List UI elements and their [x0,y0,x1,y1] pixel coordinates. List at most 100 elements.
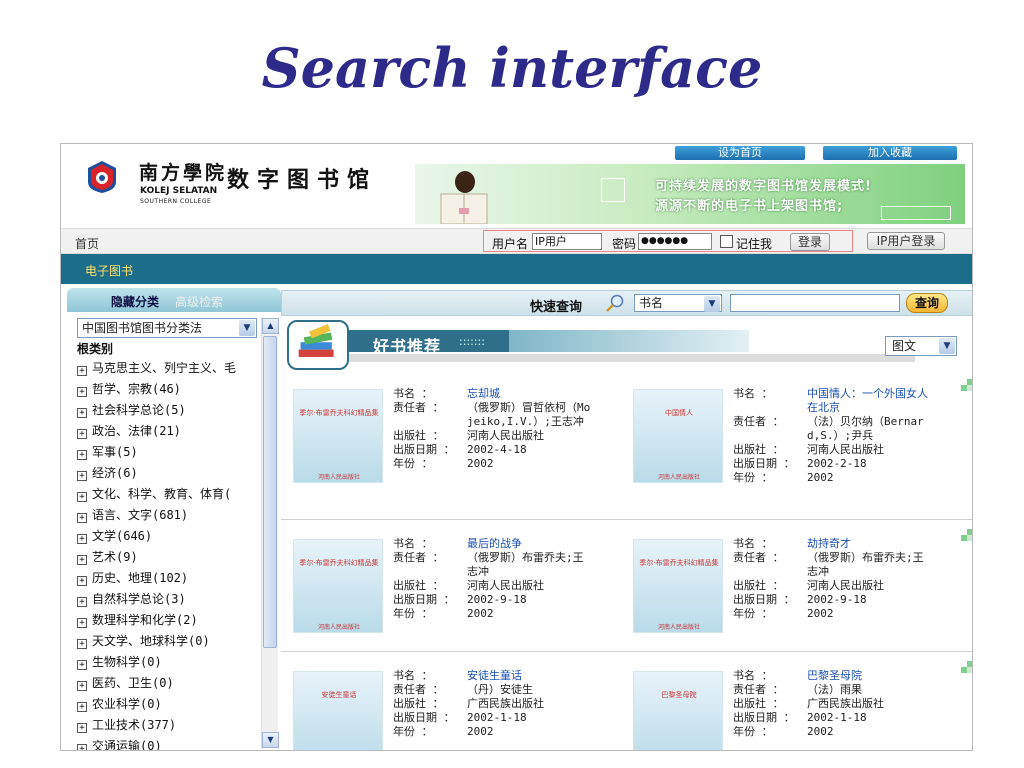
tree-item[interactable]: + 医药、卫生(0) [77,673,259,694]
meta-row-title: 书名 ： 巴黎圣母院 [733,669,933,683]
expand-plus-icon[interactable]: + [77,681,87,691]
tree-item[interactable]: + 军事(5) [77,442,259,463]
book-title-link[interactable]: 中国情人：一个外国女人在北京 [807,387,933,415]
book-title-link[interactable]: 最后的战争 [467,537,593,551]
tree-item[interactable]: + 农业科学(0) [77,694,259,715]
book-card: 季尔·布雷乔夫科幻精品集 河南人民出版社 书名 ：劫持奇才 责任者 ：（俄罗斯）布雷乔… [621,529,972,657]
expand-plus-icon[interactable]: + [77,723,87,733]
tree-item[interactable]: + 自然科学总论(3) [77,589,259,610]
expand-plus-icon[interactable]: + [77,576,87,586]
meta-row-title: 书名 ： 劫持奇才 [733,537,933,551]
banner-slogan-2: 源源不断的电子书上架图书馆; [655,199,844,214]
tree-item[interactable]: + 历史、地理(102) [77,568,259,589]
book-cover[interactable]: 季尔·布雷乔夫科幻精品集 河南人民出版社 [293,389,383,483]
cover-publisher: 河南人民出版社 [317,474,360,481]
expand-plus-icon[interactable]: + [77,618,87,628]
tab-hide-categories[interactable]: 隐藏分类 [111,293,159,310]
ip-login-button[interactable]: IP用户登录 [867,232,945,250]
tree-item[interactable]: + 语言、文字(681) [77,505,259,526]
tree-item[interactable]: + 数理科学和化学(2) [77,610,259,631]
nav-ebooks[interactable]: 电子图书 [85,262,133,279]
tree-item[interactable]: + 艺术(9) [77,547,259,568]
expand-plus-icon[interactable]: + [77,471,87,481]
expand-plus-icon[interactable]: + [77,429,87,439]
expand-plus-icon[interactable]: + [77,660,87,670]
tree-item[interactable]: + 生物科学(0) [77,652,259,673]
meta-label-year: 年份 ： [733,607,773,620]
add-favorite-link[interactable]: 加入收藏 [823,146,957,160]
tree-item[interactable]: + 经济(6) [77,463,259,484]
meta-label-date: 出版日期 ： [393,593,455,606]
scroll-up-icon[interactable]: ▲ [262,318,279,334]
meta-label-author: 责任者 ： [393,551,444,564]
meta-label-publisher: 出版社 ： [733,697,784,710]
tree-item[interactable]: + 文学(646) [77,526,259,547]
meta-label-date: 出版日期 ： [733,593,795,606]
chevron-down-icon[interactable]: ▼ [704,296,720,312]
home-link[interactable]: 首页 [75,235,99,252]
book-cover[interactable]: 安徒生童话 [293,671,383,750]
view-mode-select[interactable]: 图文 ▼ [885,336,957,356]
set-homepage-link[interactable]: 设为首页 [675,146,805,160]
tree-item[interactable]: + 政治、法律(21) [77,421,259,442]
college-name-en: KOLEJ SELATAN [140,186,218,196]
search-button[interactable]: 查询 [906,293,948,313]
college-name-cn: 南方學院 [139,162,228,184]
expand-plus-icon[interactable]: + [77,597,87,607]
remember-me-checkbox[interactable] [720,235,733,248]
tree-item[interactable]: + 马克思主义、列宁主义、毛 [77,358,259,379]
expand-plus-icon[interactable]: + [77,534,87,544]
expand-plus-icon[interactable]: + [77,513,87,523]
recommend-title-fade [509,330,749,352]
tree-item[interactable]: + 工业技术(377) [77,715,259,736]
meta-value-year: 2002 [807,725,834,738]
book-title-link[interactable]: 忘却城 [467,387,593,401]
row-divider [281,519,972,520]
tab-advanced-search[interactable]: 高级检索 [175,293,223,310]
book-title-link[interactable]: 安徒生童话 [467,669,593,683]
expand-plus-icon[interactable]: + [77,702,87,712]
book-title-link[interactable]: 劫持奇才 [807,537,933,551]
tree-item[interactable]: + 社会科学总论(5) [77,400,259,421]
tree-item-label: 天文学、地球科学(0) [92,634,210,648]
classification-select[interactable]: 中国图书馆图书分类法 ▼ [77,318,257,338]
expand-plus-icon[interactable]: + [77,408,87,418]
search-input[interactable] [730,294,900,312]
tree-item[interactable]: + 哲学、宗教(46) [77,379,259,400]
expand-plus-icon[interactable]: + [77,450,87,460]
tree-item[interactable]: + 文化、科学、教育、体育( [77,484,259,505]
meta-label-title: 书名 ： [733,669,773,682]
cover-publisher: 河南人民出版社 [657,474,700,481]
cover-title: 巴黎圣母院 [661,691,697,699]
tree-item[interactable]: + 天文学、地球科学(0) [77,631,259,652]
book-card: 季尔·布雷乔夫科幻精品集 河南人民出版社 书名 ：忘却城 责任者 ：（俄罗斯）冒哲依柯… [281,379,621,507]
classification-select-value: 中国图书馆图书分类法 [82,321,203,335]
book-title-link[interactable]: 巴黎圣母院 [807,669,933,683]
tree-item[interactable]: + 交通运输(0) [77,736,259,750]
book-cover[interactable]: 中国情人 河南人民出版社 [633,389,723,483]
scroll-down-icon[interactable]: ▼ [262,732,279,748]
expand-plus-icon[interactable]: + [77,387,87,397]
meta-value-author: （法）雨果 [807,683,862,696]
expand-plus-icon[interactable]: + [77,744,87,750]
book-cover[interactable]: 季尔·布雷乔夫科幻精品集 河南人民出版社 [293,539,383,633]
chevron-down-icon[interactable]: ▼ [239,320,255,336]
book-cover[interactable]: 季尔·布雷乔夫科幻精品集 河南人民出版社 [633,539,723,633]
search-field-value: 书名 [639,296,664,310]
expand-plus-icon[interactable]: + [77,555,87,565]
meta-label-publisher: 出版社 ： [393,429,444,442]
scrollbar-thumb[interactable] [263,336,277,648]
password-input[interactable]: ●●●●●● [638,233,712,250]
tree-item-label: 文化、科学、教育、体育( [92,487,232,501]
chevron-down-icon[interactable]: ▼ [939,338,955,354]
username-input[interactable]: IP用户 [532,233,602,250]
login-button[interactable]: 登录 [790,233,830,251]
sidebar-scrollbar[interactable]: ▲ ▼ [261,318,279,748]
meta-row-year: 年份 ： 2002 [733,471,933,485]
expand-plus-icon[interactable]: + [77,492,87,502]
expand-plus-icon[interactable]: + [77,366,87,376]
book-cover[interactable]: 巴黎圣母院 [633,671,723,750]
meta-row-year: 年份 ： 2002 [733,607,933,621]
search-field-select[interactable]: 书名 ▼ [634,294,722,312]
expand-plus-icon[interactable]: + [77,639,87,649]
